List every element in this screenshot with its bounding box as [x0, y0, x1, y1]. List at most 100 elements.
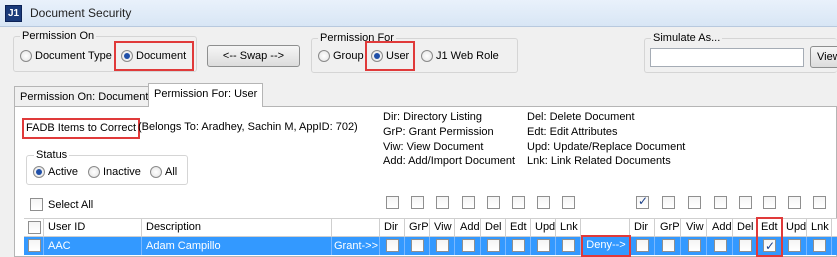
grant-row-cell-upd [531, 237, 556, 255]
grant-header-upd: Upd [531, 219, 556, 236]
app-logo-icon: J1 [5, 5, 22, 22]
simulate-view-button[interactable]: View [810, 46, 837, 68]
window-title: Document Security [30, 6, 132, 20]
deny-row-upd-checkbox[interactable] [788, 239, 801, 252]
grant-all-del-checkbox[interactable] [487, 196, 500, 209]
legend-edt: Edt: Edit Attributes [527, 126, 618, 138]
grant-all-grp-checkbox[interactable] [411, 196, 424, 209]
row-select-cell [24, 237, 44, 255]
row-select-checkbox[interactable] [28, 239, 41, 252]
deny-row-cell-lnk [807, 237, 832, 255]
deny-all-add-checkbox[interactable] [714, 196, 727, 209]
tab-permission-for-user[interactable]: Permission For: User [148, 83, 264, 107]
deny-header-edt: Edt [757, 219, 782, 236]
grant-header-viw: Viw [430, 219, 455, 236]
legend-grp: GrP: Grant Permission [383, 126, 494, 138]
radio-document-dot[interactable] [121, 50, 133, 62]
deny-header-grp: GrP [656, 219, 681, 236]
deny-row-add-checkbox[interactable] [714, 239, 727, 252]
deny-all-del-checkbox[interactable] [739, 196, 752, 209]
deny-row-edt-checkbox[interactable] [763, 237, 776, 255]
status-inactive-dot[interactable] [88, 166, 100, 178]
status-label: Status [34, 149, 70, 161]
deny-all-lnk-checkbox[interactable] [813, 196, 826, 209]
deny-all-viw-checkbox[interactable] [688, 196, 701, 209]
deny-row-grp-checkbox[interactable] [662, 239, 675, 252]
col-grant-spacer [332, 219, 380, 236]
grant-row-cell-add [456, 237, 481, 255]
grant-all-edt-checkbox[interactable] [512, 196, 525, 209]
status-inactive-radio[interactable]: Inactive [88, 166, 141, 178]
deny-row-dir-checkbox[interactable] [636, 239, 649, 252]
deny-row-cell-add [708, 237, 733, 255]
status-all-radio[interactable]: All [150, 166, 177, 178]
swap-button[interactable]: <-- Swap --> [207, 45, 300, 67]
deny-row-del-checkbox[interactable] [739, 239, 752, 252]
status-all-dot[interactable] [150, 166, 162, 178]
deny-all-edt-checkbox[interactable] [763, 196, 776, 209]
grant-header-grp: GrP [405, 219, 430, 236]
grant-row-lnk-checkbox[interactable] [562, 239, 575, 252]
row-grant-button[interactable]: Grant->> [332, 237, 380, 255]
legend-del: Del: Delete Document [527, 111, 635, 123]
radio-group[interactable]: Group [318, 50, 364, 62]
radio-user[interactable]: User [364, 41, 416, 71]
grant-row-dir-checkbox[interactable] [386, 239, 399, 252]
radio-group-dot[interactable] [318, 50, 330, 62]
deny-header-add: Add [708, 219, 733, 236]
grant-all-dir-checkbox[interactable] [386, 196, 399, 209]
grant-all-add-checkbox[interactable] [462, 196, 475, 209]
simulate-label: Simulate As... [651, 32, 723, 44]
status-inactive-label: Inactive [103, 166, 141, 178]
radio-document[interactable]: Document [113, 41, 195, 71]
radio-j1-web-role-label: J1 Web Role [436, 50, 499, 62]
tab-permission-on-document[interactable]: Permission On: Document [14, 86, 155, 107]
grant-all-upd-checkbox[interactable] [537, 196, 550, 209]
col-description[interactable]: Description [142, 219, 332, 236]
grant-all-lnk-checkbox[interactable] [562, 196, 575, 209]
deny-row-lnk-checkbox[interactable] [813, 239, 826, 252]
grant-row-upd-checkbox[interactable] [537, 239, 550, 252]
col-deny-spacer [582, 219, 630, 236]
row-user-id[interactable]: AAC [44, 237, 142, 255]
grid-header-select-checkbox[interactable] [28, 221, 41, 234]
radio-document-label: Document [136, 50, 187, 62]
grant-row-del-checkbox[interactable] [487, 239, 500, 252]
row-deny-button[interactable]: Deny--> [581, 235, 631, 257]
deny-all-dir-checkbox[interactable] [636, 194, 649, 209]
deny-row-viw-checkbox[interactable] [688, 239, 701, 252]
document-name: FADB Items to Correct [21, 118, 141, 139]
status-active-dot[interactable] [33, 166, 45, 178]
grant-header-del: Del [481, 219, 506, 236]
radio-document-type[interactable]: Document Type [20, 50, 112, 62]
legend-dir: Dir: Directory Listing [383, 111, 483, 123]
status-all-label: All [165, 166, 178, 178]
grant-row-viw-checkbox[interactable] [436, 239, 449, 252]
deny-row-cell-del [733, 237, 758, 255]
deny-row-cell-dir [630, 237, 655, 255]
grant-row-add-checkbox[interactable] [462, 239, 475, 252]
radio-document-type-dot[interactable] [20, 50, 32, 62]
legend-viw: Viw: View Document [383, 141, 484, 153]
grant-all-viw-checkbox[interactable] [436, 196, 449, 209]
radio-user-dot[interactable] [371, 50, 383, 62]
grant-header-dir: Dir [380, 219, 405, 236]
deny-row-cell-upd [782, 237, 807, 255]
row-description[interactable]: Adam Campillo [142, 237, 332, 255]
simulate-input[interactable] [650, 48, 804, 67]
deny-all-upd-checkbox[interactable] [788, 196, 801, 209]
radio-j1-web-role[interactable]: J1 Web Role [421, 50, 499, 62]
status-active-radio[interactable]: Active [33, 166, 78, 178]
select-all-checkbox[interactable] [30, 198, 43, 211]
deny-header-upd: Upd [782, 219, 807, 236]
radio-group-label: Group [333, 50, 364, 62]
col-user-id[interactable]: User ID [44, 219, 142, 236]
grant-row-edt-checkbox[interactable] [512, 239, 525, 252]
radio-j1-web-role-dot[interactable] [421, 50, 433, 62]
deny-all-grp-checkbox[interactable] [662, 196, 675, 209]
grant-row-grp-checkbox[interactable] [411, 239, 424, 252]
status-active-label: Active [48, 166, 78, 178]
title-bar: J1 Document Security [0, 0, 837, 27]
deny-header-lnk: Lnk [807, 219, 832, 236]
grant-row-cell-grp [405, 237, 430, 255]
